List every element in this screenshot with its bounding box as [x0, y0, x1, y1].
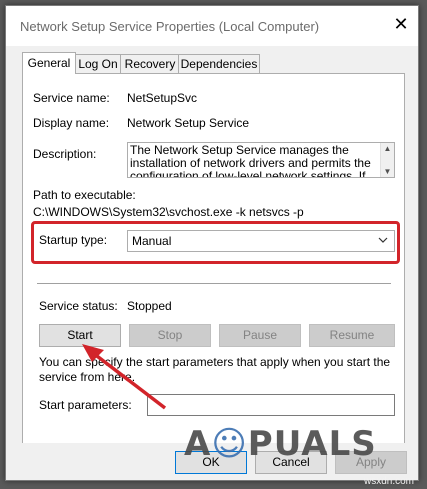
- tab-general[interactable]: General: [22, 52, 76, 74]
- appuals-logo: A☺PUALS: [184, 424, 377, 464]
- watermark: wsxdn.com: [364, 476, 415, 487]
